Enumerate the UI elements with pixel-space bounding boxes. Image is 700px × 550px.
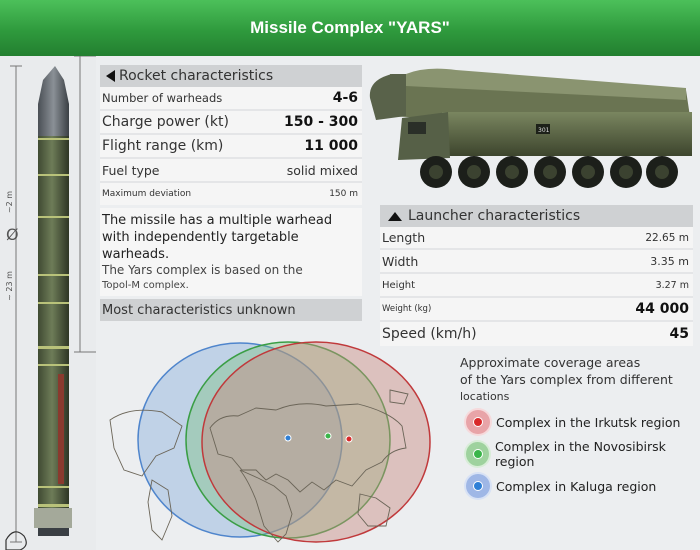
value-fuel-type: solid mixed: [286, 162, 358, 178]
triangle-left-icon: [106, 70, 115, 82]
legend-label-novosibirsk: Complex in the Novosibirsk region: [494, 439, 666, 469]
unknown-characteristics-bar: Most characteristics unknown: [100, 299, 362, 321]
rocket-characteristics-panel: Rocket characteristics Number of warhead…: [100, 65, 362, 205]
value-charge-power: 150 - 300: [283, 114, 358, 130]
info-text-based-on: The Yars complex is based on the: [102, 263, 303, 277]
launcher-characteristics-panel: Launcher characteristics Length 22.65 m …: [380, 205, 693, 346]
page-title: Missile Complex "YARS": [250, 18, 450, 37]
irkutsk-marker-icon: [464, 408, 492, 436]
novosibirsk-marker-icon: [464, 440, 491, 468]
legend-item-irkutsk: Complex in the Irkutsk region: [464, 408, 680, 436]
legend-label-kaluga: Complex in Kaluga region: [496, 478, 657, 494]
label-weight: Weight (kg): [382, 304, 432, 314]
value-flight-range: 11 000: [304, 138, 358, 154]
row-maximum-deviation: Maximum deviation 150 m: [100, 183, 362, 205]
label-number-of-warheads: Number of warheads: [102, 91, 223, 105]
coverage-legend-title: Approximate coverage areas of the Yars c…: [460, 354, 695, 405]
row-charge-power: Charge power (kt) 150 - 300: [100, 111, 362, 135]
coverage-map: [109, 341, 431, 543]
legend-item-novosibirsk: Complex in the Novosibirsk region: [464, 439, 700, 469]
row-width: Width 3.35 m: [380, 250, 693, 274]
label-fuel-type: Fuel type: [102, 162, 160, 178]
launcher-characteristics-title: Launcher characteristics: [408, 208, 581, 224]
coverage-title-line-3: locations: [460, 390, 510, 403]
legend-label-irkutsk: Complex in the Irkutsk region: [496, 414, 681, 430]
launcher-number: 301: [538, 127, 550, 134]
value-speed: 45: [669, 326, 689, 342]
row-length: Length 22.65 m: [380, 227, 693, 250]
info-text-topol: Topol-M complex.: [102, 280, 189, 291]
value-maximum-deviation: 150 m: [329, 189, 358, 199]
value-height: 3.27 m: [655, 279, 689, 291]
rocket-illustration: ~ 23 m ~2 m Ø: [0, 56, 96, 550]
row-number-of-warheads: Number of warheads 4-6: [100, 87, 362, 111]
row-fuel-type: Fuel type solid mixed: [100, 159, 362, 183]
dimension-length-label: ~ 23 m: [5, 271, 14, 301]
row-weight: Weight (kg) 44 000: [380, 298, 693, 322]
row-height: Height 3.27 m: [380, 274, 693, 298]
dimension-diameter-label: ~2 m: [5, 191, 14, 213]
rocket-characteristics-header: Rocket characteristics: [100, 65, 362, 87]
kaluga-location-dot: [284, 434, 292, 442]
novosibirsk-location-dot: [324, 432, 332, 440]
label-height: Height: [382, 279, 416, 291]
row-flight-range: Flight range (km) 11 000: [100, 135, 362, 159]
launcher-characteristics-header: Launcher characteristics: [380, 205, 693, 227]
header-bar: Missile Complex "YARS": [0, 0, 700, 56]
legend-item-kaluga: Complex in Kaluga region: [464, 472, 656, 500]
value-number-of-warheads: 4-6: [332, 90, 358, 106]
label-maximum-deviation: Maximum deviation: [102, 189, 192, 199]
coverage-title-line-1: Approximate coverage areas: [460, 355, 641, 370]
value-width: 3.35 m: [650, 254, 689, 268]
label-charge-power: Charge power (kt): [102, 114, 229, 130]
value-length: 22.65 m: [645, 231, 689, 244]
coverage-area-irkutsk: [201, 341, 431, 543]
value-weight: 44 000: [635, 301, 689, 317]
info-box: The missile has a multiple warhead with …: [100, 208, 362, 296]
rocket-characteristics-title: Rocket characteristics: [119, 68, 274, 84]
coverage-title-line-2: of the Yars complex from different: [460, 372, 673, 387]
info-text-warheads: The missile has a multiple warhead with …: [102, 213, 333, 262]
label-width: Width: [382, 253, 419, 269]
kaluga-marker-icon: [464, 472, 492, 500]
launcher-illustration: 301: [369, 68, 692, 188]
label-flight-range: Flight range (km): [102, 138, 224, 154]
triangle-up-icon: [388, 211, 402, 221]
diameter-symbol: Ø: [6, 225, 19, 244]
label-length: Length: [382, 230, 426, 245]
irkutsk-location-dot: [345, 435, 353, 443]
